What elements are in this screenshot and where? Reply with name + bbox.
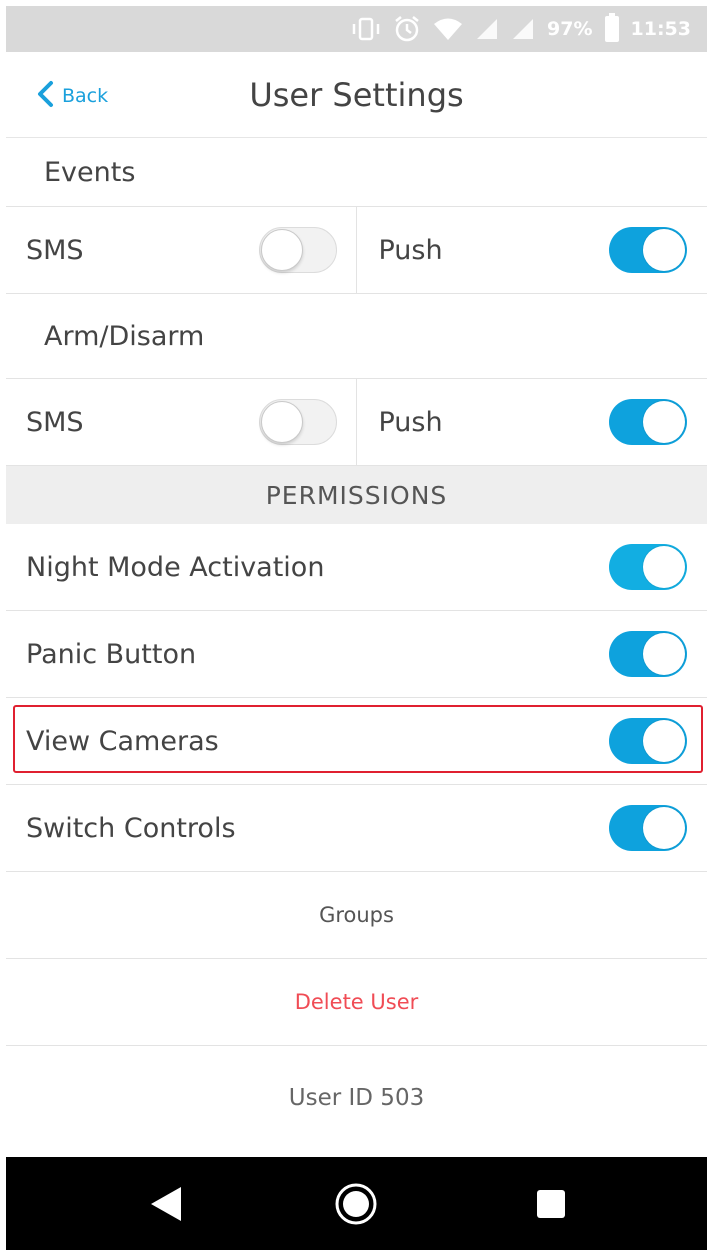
events-sms-cell: SMS [6,207,357,293]
arm-disarm-sms-cell: SMS [6,379,357,465]
events-sms-toggle[interactable] [259,227,337,273]
permission-label: View Cameras [26,725,219,757]
view-cameras-toggle[interactable] [609,718,687,764]
panic-button-toggle[interactable] [609,631,687,677]
arm-disarm-push-cell: Push [357,379,707,465]
events-push-cell: Push [357,207,707,293]
nav-header: Back User Settings [6,52,707,138]
arm-disarm-push-toggle[interactable] [609,399,687,445]
events-sms-label: SMS [26,234,84,266]
delete-user-button[interactable]: Delete User [6,959,707,1046]
alarm-icon [393,15,421,43]
events-push-toggle[interactable] [609,227,687,273]
groups-button[interactable]: Groups [6,872,707,959]
battery-icon [604,13,619,42]
permission-label: Night Mode Activation [26,551,325,583]
night-mode-toggle[interactable] [609,544,687,590]
permission-row-view-cameras: View Cameras [6,698,707,785]
permission-row-night-mode: Night Mode Activation [6,524,707,611]
arm-disarm-section-title: Arm/Disarm [44,320,205,352]
signal-icon [511,17,535,41]
permissions-header: PERMISSIONS [6,466,707,524]
events-push-label: Push [378,234,443,266]
events-toggle-row: SMS Push [6,206,707,294]
permission-label: Panic Button [26,638,197,670]
user-id-label: User ID 503 [288,1085,425,1111]
status-bar: 97% 11:53 [6,6,707,52]
events-section-title: Events [44,156,136,188]
page-title: User Settings [249,76,464,114]
permission-row-switch-controls: Switch Controls [6,785,707,872]
wifi-icon [433,17,463,41]
arm-disarm-sms-toggle[interactable] [259,399,337,445]
permission-row-panic-button: Panic Button [6,611,707,698]
vibrate-icon [351,17,381,41]
arm-disarm-sms-label: SMS [26,406,84,438]
arm-disarm-toggle-row: SMS Push [6,378,707,466]
permission-label: Switch Controls [26,812,236,844]
signal-icon [475,17,499,41]
switch-controls-toggle[interactable] [609,805,687,851]
clock-time: 11:53 [630,18,691,40]
battery-percent: 97% [547,18,593,40]
arm-disarm-push-label: Push [378,406,443,438]
home-circle-icon[interactable] [326,1157,386,1250]
recents-square-icon[interactable] [521,1157,581,1250]
back-triangle-icon[interactable] [136,1157,196,1250]
system-nav-bar [6,1157,707,1250]
